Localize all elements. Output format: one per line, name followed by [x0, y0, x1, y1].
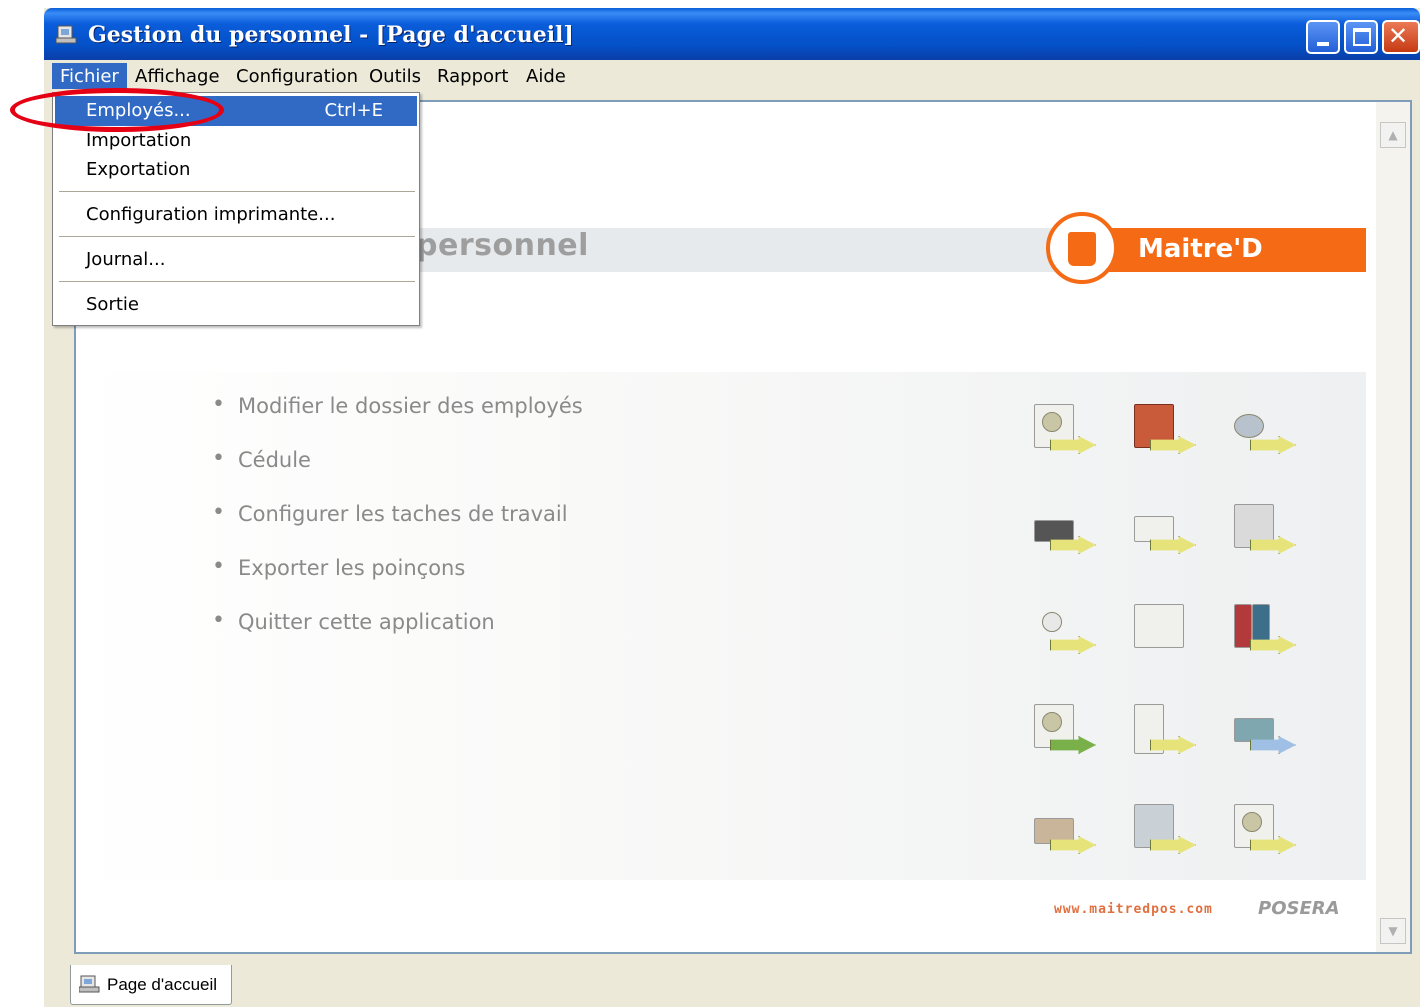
menu-item-journal[interactable]: Journal...	[55, 245, 417, 275]
menu-item-sortie[interactable]: Sortie	[55, 290, 417, 320]
menu-item-exportation[interactable]: Exportation	[55, 155, 417, 185]
tab-page-accueil[interactable]: Page d'accueil	[70, 965, 232, 1005]
paper-stack-icon[interactable]	[1128, 594, 1202, 668]
computer-icon[interactable]	[1028, 694, 1102, 768]
link-modifier-employes[interactable]: Modifier le dossier des employés	[206, 392, 583, 448]
scroll-up-button[interactable]: ▲	[1380, 122, 1406, 148]
link-quitter[interactable]: Quitter cette application	[206, 608, 583, 664]
menu-bar: Fichier Affichage Configuration Outils R…	[44, 60, 1420, 90]
menu-separator	[59, 281, 415, 283]
menu-item-config-imprimante[interactable]: Configuration imprimante...	[55, 200, 417, 230]
vertical-scrollbar[interactable]: ▲ ▼	[1376, 102, 1410, 952]
books-icon[interactable]	[1228, 594, 1302, 668]
brand-logo-text: Maitre'D	[1138, 234, 1263, 264]
maximize-button[interactable]	[1344, 20, 1378, 54]
menu-item-shortcut: Ctrl+E	[324, 100, 383, 121]
display-icon[interactable]	[1228, 794, 1302, 868]
close-icon: ✕	[1388, 22, 1409, 50]
minimize-icon	[1317, 42, 1329, 46]
laptop-icon[interactable]	[1028, 494, 1102, 568]
screen-icon[interactable]	[1128, 794, 1202, 868]
bottle-icon[interactable]	[1228, 394, 1302, 468]
menu-separator	[59, 236, 415, 238]
monitor-icon[interactable]	[1228, 494, 1302, 568]
posera-logo: POSERA	[1258, 898, 1340, 919]
menu-configuration[interactable]: Configuration	[228, 63, 366, 89]
maitred-logo-icon	[1046, 212, 1118, 284]
scroll-down-button[interactable]: ▼	[1380, 918, 1406, 944]
menu-rapport[interactable]: Rapport	[429, 63, 516, 89]
pen-icon[interactable]	[1028, 594, 1102, 668]
document-icon[interactable]	[1028, 394, 1102, 468]
window-title: Gestion du personnel - [Page d'accueil]	[88, 22, 574, 48]
banner-title: personnel	[416, 228, 589, 263]
server-icon[interactable]	[1128, 694, 1202, 768]
minimize-button[interactable]	[1306, 20, 1340, 54]
menu-aide[interactable]: Aide	[518, 63, 574, 89]
network-device-icon[interactable]	[1228, 694, 1302, 768]
close-button[interactable]: ✕	[1382, 20, 1420, 54]
menu-separator	[59, 191, 415, 193]
menu-outils[interactable]: Outils	[361, 63, 429, 89]
link-taches-travail[interactable]: Configurer les taches de travail	[206, 500, 583, 556]
mdi-tab-bar: Page d'accueil	[44, 963, 1420, 1007]
footer-url: www.maitredpos.com	[1054, 902, 1213, 917]
link-exporter-poincons[interactable]: Exporter les poinçons	[206, 554, 583, 610]
printer-icon[interactable]	[1128, 494, 1202, 568]
link-list: Modifier le dossier des employés Cédule …	[206, 392, 583, 664]
maximize-icon	[1353, 28, 1371, 46]
tab-label: Page d'accueil	[107, 975, 218, 994]
house-icon[interactable]	[1128, 394, 1202, 468]
link-cedule[interactable]: Cédule	[206, 446, 583, 502]
app-icon	[56, 25, 77, 44]
title-bar[interactable]: Gestion du personnel - [Page d'accueil] …	[44, 8, 1420, 60]
table-icon[interactable]	[1028, 794, 1102, 868]
home-icon	[79, 975, 100, 993]
menu-fichier[interactable]: Fichier	[52, 63, 127, 89]
menu-affichage[interactable]: Affichage	[127, 63, 228, 89]
highlight-annotation	[10, 88, 224, 132]
